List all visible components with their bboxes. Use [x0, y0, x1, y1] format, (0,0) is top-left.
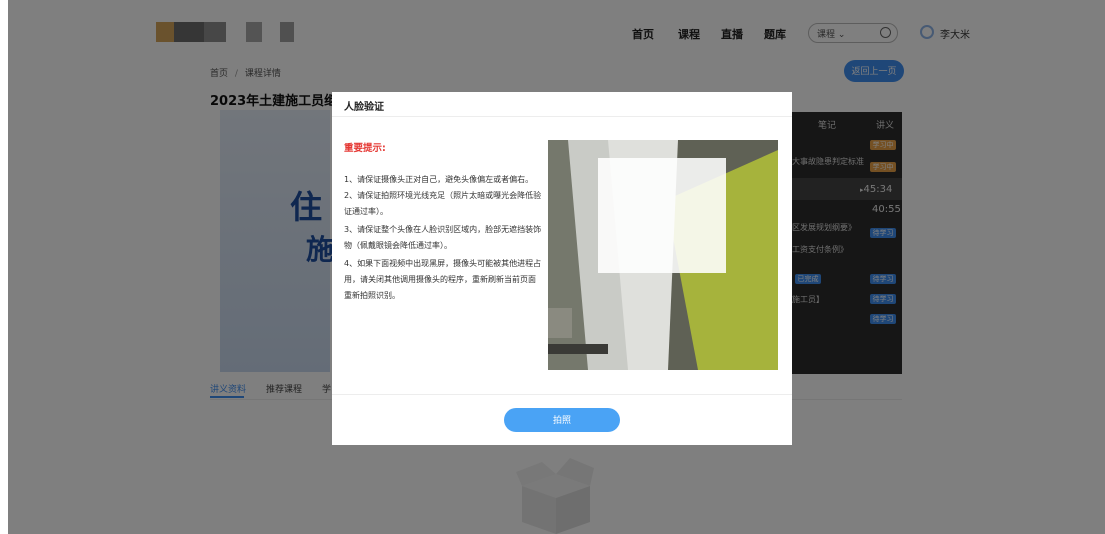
face-detection-region: [598, 158, 726, 273]
tip-text: 2、请保证拍照环境光线充足（照片太暗或曝光会降低验证通过率）。: [344, 191, 542, 216]
camera-preview: [548, 140, 778, 370]
tip-text: 4、如果下面视频中出现黑屏，摄像头可能被其他进程占用，请关闭其他调用摄像头的程序…: [344, 259, 542, 300]
divider: [332, 116, 792, 117]
dialog-title: 人脸验证: [344, 102, 384, 113]
tip-text: 3、请保证整个头像在人脸识别区域内，脸部无遮挡装饰物（佩戴眼镜会降低通过率）。: [344, 225, 542, 250]
tip-text: 1、请保证摄像头正对自己，避免头像偏左或者偏右。: [344, 175, 534, 184]
capture-photo-button[interactable]: 拍照: [504, 408, 620, 432]
notice-title: 重要提示:: [344, 143, 386, 154]
divider: [332, 394, 792, 395]
face-verification-dialog: 人脸验证 重要提示: 1、请保证摄像头正对自己，避免头像偏左或者偏右。 2、请保…: [332, 92, 792, 445]
